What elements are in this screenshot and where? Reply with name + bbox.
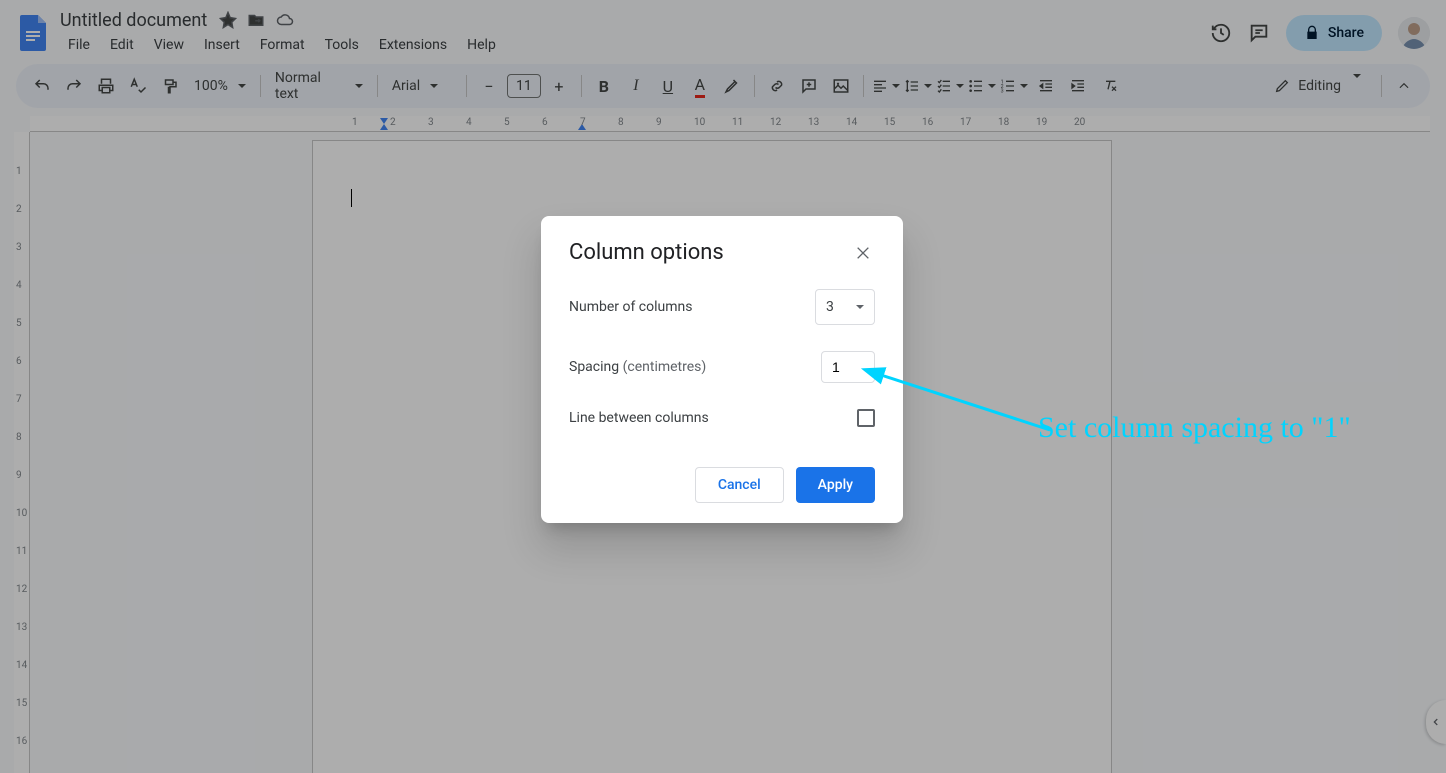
- pencil-icon: [1274, 78, 1290, 94]
- undo-button[interactable]: [28, 72, 56, 100]
- spacing-unit: (centimetres): [623, 359, 707, 375]
- text-color-button[interactable]: A: [686, 72, 714, 100]
- app-header: Untitled document File Edit View Insert …: [0, 0, 1446, 60]
- paint-format-button[interactable]: [156, 72, 184, 100]
- close-icon: [855, 245, 871, 261]
- text-cursor: [351, 189, 352, 207]
- menu-view[interactable]: View: [146, 33, 192, 57]
- mode-label: Editing: [1298, 78, 1341, 94]
- menu-extensions[interactable]: Extensions: [371, 33, 455, 57]
- star-icon[interactable]: [219, 11, 237, 29]
- menu-tools[interactable]: Tools: [317, 33, 367, 57]
- menu-format[interactable]: Format: [252, 33, 313, 57]
- font-select[interactable]: Arial: [386, 78, 458, 94]
- move-icon[interactable]: [247, 11, 265, 29]
- line-spacing-button[interactable]: [904, 72, 932, 100]
- line-between-checkbox[interactable]: [857, 409, 875, 427]
- font-size-input[interactable]: 11: [507, 74, 541, 98]
- history-icon[interactable]: [1210, 22, 1232, 44]
- clear-format-button[interactable]: [1096, 72, 1124, 100]
- font-size-decrease[interactable]: −: [475, 72, 503, 100]
- print-button[interactable]: [92, 72, 120, 100]
- add-comment-button[interactable]: [795, 72, 823, 100]
- lock-icon: [1304, 25, 1320, 41]
- line-between-label: Line between columns: [569, 410, 709, 426]
- align-button[interactable]: [872, 72, 900, 100]
- italic-button[interactable]: I: [622, 72, 650, 100]
- comments-icon[interactable]: [1248, 22, 1270, 44]
- menu-insert[interactable]: Insert: [196, 33, 248, 57]
- insert-image-button[interactable]: [827, 72, 855, 100]
- menu-edit[interactable]: Edit: [102, 33, 142, 57]
- horizontal-ruler[interactable]: 1234567891011121314151617181920: [30, 116, 1430, 132]
- apply-label: Apply: [818, 477, 853, 493]
- spellcheck-button[interactable]: [124, 72, 152, 100]
- share-label: Share: [1328, 25, 1364, 41]
- menu-file[interactable]: File: [60, 33, 98, 57]
- column-options-dialog: Column options Number of columns 3 Spaci…: [541, 216, 903, 523]
- cancel-label: Cancel: [718, 477, 761, 493]
- collapse-toolbar-button[interactable]: [1390, 72, 1418, 100]
- dialog-title: Column options: [569, 240, 724, 265]
- checklist-button[interactable]: [936, 72, 964, 100]
- apply-button[interactable]: Apply: [796, 467, 875, 503]
- font-size-increase[interactable]: +: [545, 72, 573, 100]
- title-area: Untitled document File Edit View Insert …: [60, 10, 1210, 57]
- cloud-icon[interactable]: [275, 11, 295, 29]
- underline-button[interactable]: U: [654, 72, 682, 100]
- zoom-select[interactable]: 100%: [188, 78, 252, 94]
- menu-bar: File Edit View Insert Format Tools Exten…: [60, 33, 1210, 57]
- toolbar: 100% Normal text Arial − 11 + B I U A 12…: [16, 64, 1430, 108]
- num-columns-label: Number of columns: [569, 299, 692, 315]
- share-button[interactable]: Share: [1286, 15, 1382, 51]
- link-button[interactable]: [763, 72, 791, 100]
- redo-button[interactable]: [60, 72, 88, 100]
- svg-text:3: 3: [1001, 89, 1004, 94]
- bullet-list-button[interactable]: [968, 72, 996, 100]
- menu-help[interactable]: Help: [459, 33, 504, 57]
- style-value: Normal text: [275, 70, 345, 102]
- user-avatar[interactable]: [1398, 17, 1430, 49]
- paragraph-style-select[interactable]: Normal text: [269, 70, 369, 102]
- vertical-ruler[interactable]: 12345678910111213141516: [14, 132, 30, 773]
- indent-decrease-button[interactable]: [1032, 72, 1060, 100]
- document-title[interactable]: Untitled document: [60, 10, 207, 31]
- spacing-input[interactable]: [821, 351, 875, 383]
- spacing-label-text: Spacing: [569, 359, 623, 375]
- indent-increase-button[interactable]: [1064, 72, 1092, 100]
- font-size-value: 11: [516, 78, 532, 94]
- editing-mode-select[interactable]: Editing: [1262, 78, 1373, 94]
- cancel-button[interactable]: Cancel: [695, 467, 784, 503]
- bold-button[interactable]: B: [590, 72, 618, 100]
- num-columns-value: 3: [826, 299, 834, 315]
- spacing-label: Spacing (centimetres): [569, 359, 706, 375]
- docs-logo[interactable]: [16, 15, 52, 51]
- font-value: Arial: [392, 78, 420, 94]
- numbered-list-button[interactable]: 123: [1000, 72, 1028, 100]
- dialog-close-button[interactable]: [851, 241, 875, 265]
- highlight-button[interactable]: [718, 72, 746, 100]
- zoom-value: 100%: [194, 78, 228, 94]
- num-columns-select[interactable]: 3: [815, 289, 875, 325]
